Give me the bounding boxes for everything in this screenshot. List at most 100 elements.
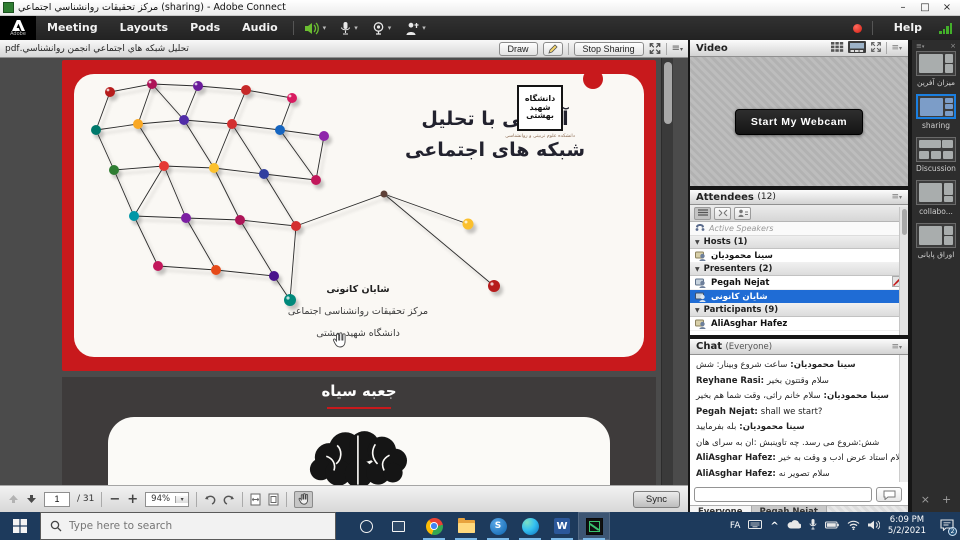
video-pod-menu-icon[interactable]: ≡▾ <box>891 43 902 53</box>
layout-thumbnail[interactable] <box>916 137 956 162</box>
language-indicator[interactable]: FA <box>730 521 741 531</box>
keyboard-icon[interactable] <box>748 520 762 532</box>
chat-pod-menu-icon[interactable]: ≡▾ <box>891 342 902 352</box>
battery-icon[interactable] <box>825 521 839 532</box>
video-fullscreen-icon[interactable] <box>870 42 882 55</box>
mic-dropdown[interactable]: ▾ <box>354 24 358 32</box>
document-scrollbar[interactable] <box>661 58 673 485</box>
group-label: Hosts (1) <box>704 237 748 247</box>
stop-sharing-button[interactable]: Stop Sharing <box>574 42 644 56</box>
status-button[interactable]: ▾ <box>398 16 433 40</box>
cortana-icon[interactable] <box>350 512 382 540</box>
page-down-icon[interactable] <box>26 494 37 504</box>
chat-message: سینا محمودیانبله بفرمایید <box>696 422 893 432</box>
redo-icon[interactable] <box>223 494 235 505</box>
document-scrollbar-thumb[interactable] <box>664 62 672 124</box>
onedrive-cloud-icon[interactable] <box>787 520 801 532</box>
menu-help[interactable]: Help <box>883 16 933 40</box>
zoom-level-select[interactable]: 94% ▾ <box>145 492 189 507</box>
tray-mic-icon[interactable] <box>809 519 817 533</box>
start-webcam-button[interactable]: Start My Webcam <box>735 109 863 135</box>
taskbar-clock[interactable]: 6:09 PM 5/2/2021 <box>888 515 926 536</box>
layout-label: میزان آفرین <box>912 78 960 87</box>
windows-start-icon[interactable] <box>0 512 40 540</box>
chat-message-list[interactable]: سینا محمودیانساعت شروع وبینار: شش Reyhan… <box>690 355 899 482</box>
taskbar-chrome-icon[interactable] <box>418 512 450 540</box>
speaker-button[interactable]: ▾ <box>298 16 334 40</box>
layout-thumbnail[interactable] <box>916 223 956 248</box>
attendee-row[interactable]: سینا محمودیان <box>690 249 908 263</box>
tray-expand-icon[interactable]: ^ <box>770 521 778 532</box>
add-layout-icon[interactable]: + <box>942 493 951 506</box>
pencil-button[interactable] <box>543 42 563 56</box>
remove-layout-icon[interactable]: × <box>921 493 930 506</box>
hand-tool-icon[interactable] <box>294 491 313 508</box>
menu-pods[interactable]: Pods <box>179 16 231 40</box>
filmstrip-view-icon[interactable] <box>848 41 866 56</box>
menu-audio[interactable]: Audio <box>231 16 289 40</box>
collapse-icon[interactable]: ▼ <box>695 266 700 273</box>
chat-bubble-icon <box>883 490 896 500</box>
layouts-menu-icon[interactable]: ≡▾ <box>916 42 924 50</box>
minimize-button[interactable]: – <box>893 2 913 13</box>
clock-date: 5/2/2021 <box>888 526 926 537</box>
attendee-row[interactable]: Pegah Nejat <box>690 276 908 290</box>
collapse-icon[interactable]: ▼ <box>695 239 700 246</box>
chat-send-button[interactable] <box>876 487 902 502</box>
menu-meeting[interactable]: Meeting <box>36 16 109 40</box>
close-button[interactable]: × <box>937 2 957 13</box>
taskbar-word-icon[interactable]: W <box>546 512 578 540</box>
attendees-scrollbar[interactable] <box>899 207 908 335</box>
taskbar-file-explorer-icon[interactable] <box>450 512 482 540</box>
webcam-button[interactable]: ▾ <box>365 16 399 40</box>
attendees-group-participants[interactable]: ▼ Participants (9) <box>690 304 908 317</box>
sync-button[interactable]: Sync <box>633 491 680 508</box>
page-number-input[interactable] <box>44 492 70 507</box>
share-pod-menu-icon[interactable]: ≡▾ <box>672 43 683 54</box>
taskbar-skype-icon[interactable]: S <box>482 512 514 540</box>
connection-signal-icon[interactable] <box>939 23 952 34</box>
draw-button[interactable]: Draw <box>499 42 538 56</box>
attendee-row-selected[interactable]: شایان کانونی <box>690 290 908 304</box>
attendees-group-hosts[interactable]: ▼ Hosts (1) <box>690 236 908 249</box>
wifi-icon[interactable] <box>847 520 860 533</box>
fit-width-icon[interactable] <box>250 493 261 506</box>
speaker-dropdown[interactable]: ▾ <box>323 24 327 32</box>
status-dropdown[interactable]: ▾ <box>422 24 426 32</box>
person-view-icon[interactable] <box>734 207 751 220</box>
volume-icon[interactable] <box>868 520 880 533</box>
page-up-icon[interactable] <box>8 494 19 504</box>
zoom-out-icon[interactable]: − <box>109 492 120 507</box>
notification-icon[interactable]: 2 <box>940 519 954 534</box>
layout-thumbnail[interactable] <box>916 51 956 76</box>
collapse-icon[interactable]: ▼ <box>695 307 700 314</box>
attendee-row[interactable]: AliAsghar Hafez <box>690 317 908 331</box>
taskbar-search[interactable] <box>40 512 336 540</box>
taskbar-edge-icon[interactable] <box>514 512 546 540</box>
zoom-dropdown-icon[interactable]: ▾ <box>175 496 188 503</box>
fit-page-icon[interactable] <box>268 493 279 506</box>
breakout-view-icon[interactable] <box>714 207 731 220</box>
list-view-icon[interactable] <box>694 207 711 220</box>
attendees-group-presenters[interactable]: ▼ Presenters (2) <box>690 263 908 276</box>
task-view-icon[interactable] <box>382 512 414 540</box>
layouts-close-icon[interactable]: × <box>950 42 956 50</box>
attendees-pod-menu-icon[interactable]: ≡▾ <box>891 192 902 202</box>
document-area[interactable]: آشنایی با تحلیل شبکه های اجتماعی دانشگاه… <box>0 58 688 485</box>
chat-input[interactable] <box>694 487 872 502</box>
search-input[interactable] <box>69 520 299 532</box>
webcam-dropdown[interactable]: ▾ <box>388 24 392 32</box>
taskbar-adobe-connect-icon[interactable] <box>578 512 610 540</box>
maximize-button[interactable]: □ <box>915 2 935 13</box>
mic-button[interactable]: ▾ <box>333 16 365 40</box>
zoom-in-icon[interactable]: + <box>127 492 138 507</box>
layout-thumbnail[interactable] <box>916 180 956 205</box>
toolbar-separator <box>286 492 287 507</box>
attendees-scrollbar-thumb[interactable] <box>902 209 907 235</box>
undo-icon[interactable] <box>204 494 216 505</box>
layout-thumbnail-selected[interactable] <box>916 94 956 119</box>
chat-scrollbar[interactable] <box>899 355 908 482</box>
fullscreen-icon[interactable] <box>649 43 661 54</box>
menu-layouts[interactable]: Layouts <box>109 16 179 40</box>
grid-view-icon[interactable] <box>831 42 844 55</box>
